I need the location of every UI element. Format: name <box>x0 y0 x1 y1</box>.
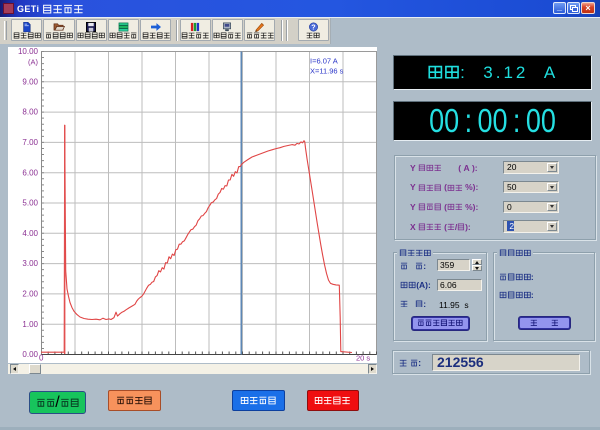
svg-text:X=11.96 s: X=11.96 s <box>310 67 344 76</box>
svg-text:0: 0 <box>39 354 44 363</box>
svg-text:10.00: 10.00 <box>18 47 39 56</box>
svg-text:4.00: 4.00 <box>22 229 38 238</box>
svg-text:I=6.07 A: I=6.07 A <box>310 57 338 66</box>
svg-text:20 s: 20 s <box>356 354 370 363</box>
svg-text:9.00: 9.00 <box>22 77 38 86</box>
svg-text:(A): (A) <box>28 58 39 67</box>
svg-text:3.00: 3.00 <box>22 259 38 268</box>
svg-text:8.00: 8.00 <box>22 108 38 117</box>
svg-text:?: ? <box>311 22 315 31</box>
svg-text:0.00: 0.00 <box>22 350 38 359</box>
svg-text:2.00: 2.00 <box>22 290 38 299</box>
svg-text:1.00: 1.00 <box>22 320 38 329</box>
svg-text:6.00: 6.00 <box>22 168 38 177</box>
svg-text:7.00: 7.00 <box>22 138 38 147</box>
svg-text:5.00: 5.00 <box>22 199 38 208</box>
